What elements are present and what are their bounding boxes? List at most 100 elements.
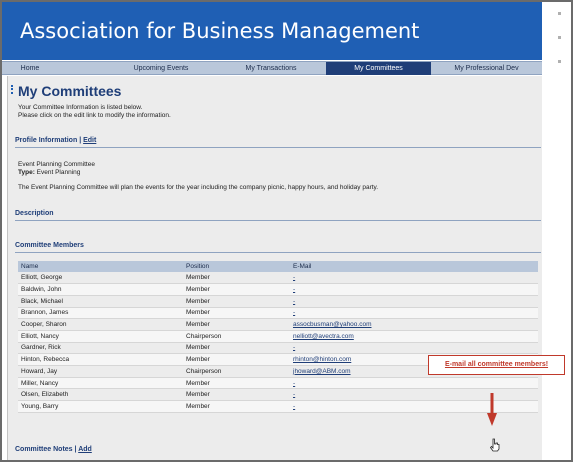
table-row: Olsen, Elizabeth Member - bbox=[18, 388, 538, 402]
table-row: Black, Michael Member - bbox=[18, 295, 538, 308]
margin-tick bbox=[558, 12, 561, 15]
member-email-link[interactable]: - bbox=[293, 286, 295, 293]
nav-my-professional-dev[interactable]: My Professional Dev bbox=[431, 62, 542, 75]
member-name: Howard, Jay bbox=[18, 365, 183, 378]
nav-my-transactions[interactable]: My Transactions bbox=[216, 62, 326, 75]
member-position: Chairperson bbox=[183, 330, 290, 343]
member-email-cell: - bbox=[290, 307, 538, 320]
member-email-link[interactable]: - bbox=[293, 391, 295, 398]
member-name: Young, Barry bbox=[18, 400, 183, 413]
notes-add-link[interactable]: Add bbox=[78, 446, 92, 453]
margin-tick bbox=[558, 60, 561, 63]
member-name: Baldwin, John bbox=[18, 283, 183, 296]
site-header: Association for Business Management bbox=[2, 2, 542, 60]
member-email-cell: assocbusman@yahoo.com bbox=[290, 318, 538, 331]
member-name: Elliott, George bbox=[18, 272, 183, 285]
page-title: My Committees bbox=[18, 83, 122, 99]
member-email-link[interactable]: - bbox=[293, 380, 295, 387]
member-email-link[interactable]: - bbox=[293, 403, 295, 410]
red-arrow-down-icon bbox=[487, 393, 497, 426]
member-position: Member bbox=[183, 272, 290, 285]
member-name: Miller, Nancy bbox=[18, 377, 183, 390]
committee-type: Type: Event Planning bbox=[18, 169, 378, 177]
member-position: Chairperson bbox=[183, 365, 290, 378]
member-name: Cooper, Sharon bbox=[18, 318, 183, 331]
member-name: Gardner, Rick bbox=[18, 342, 183, 355]
table-row: Elliott, George Member - bbox=[18, 272, 538, 285]
member-name: Brannon, James bbox=[18, 307, 183, 320]
member-email-cell: - bbox=[290, 342, 538, 355]
site-title: Association for Business Management bbox=[20, 19, 420, 43]
main-nav: Home Upcoming Events My Transactions My … bbox=[2, 61, 542, 75]
table-row: Baldwin, John Member - bbox=[18, 283, 538, 296]
member-position: Member bbox=[183, 342, 290, 355]
member-position: Member bbox=[183, 318, 290, 331]
type-value: Event Planning bbox=[36, 169, 81, 176]
members-section-heading: Committee Members bbox=[15, 242, 541, 253]
profile-edit-link[interactable]: Edit bbox=[83, 137, 96, 144]
table-row: Brannon, James Member - bbox=[18, 307, 538, 320]
notes-heading-label: Committee Notes bbox=[15, 446, 73, 453]
member-email-link[interactable]: - bbox=[293, 274, 295, 281]
committee-summary: The Event Planning Committee will plan t… bbox=[18, 184, 379, 191]
member-email-link[interactable]: - bbox=[293, 344, 295, 351]
intro-line-1: Your Committee Information is listed bel… bbox=[18, 104, 143, 111]
heading-separator: | bbox=[74, 446, 77, 453]
member-email-cell: nelliott@avectra.com bbox=[290, 330, 538, 343]
member-name: Black, Michael bbox=[18, 295, 183, 308]
member-email-cell: - bbox=[290, 272, 538, 285]
margin-tick bbox=[558, 36, 561, 39]
member-position: Member bbox=[183, 388, 290, 402]
description-section-heading: Description bbox=[15, 210, 541, 221]
member-position: Member bbox=[183, 307, 290, 320]
notes-section-heading: Committee Notes | Add bbox=[15, 446, 541, 453]
profile-section-heading: Profile Information | Edit bbox=[15, 137, 541, 148]
table-row: Elliott, Nancy Chairperson nelliott@avectr… bbox=[18, 330, 538, 343]
members-table: Name Position E-Mail Elliott, George Memb… bbox=[18, 261, 538, 413]
committee-name: Event Planning Committee bbox=[18, 161, 95, 168]
nav-home[interactable]: Home bbox=[2, 62, 58, 75]
profile-body: Event Planning Committee Type: Event Pla… bbox=[18, 161, 378, 192]
member-position: Member bbox=[183, 295, 290, 308]
member-email-link[interactable]: nelliott@avectra.com bbox=[293, 333, 354, 340]
table-row: Miller, Nancy Member - bbox=[18, 377, 538, 390]
description-heading-label: Description bbox=[15, 210, 54, 217]
table-row: Cooper, Sharon Member assocbusman@yahoo.co… bbox=[18, 318, 538, 331]
member-position: Member bbox=[183, 400, 290, 413]
member-name: Elliott, Nancy bbox=[18, 330, 183, 343]
title-marker bbox=[11, 85, 14, 94]
member-email-cell: - bbox=[290, 295, 538, 308]
type-label: Type: bbox=[18, 169, 35, 176]
member-email-cell: - bbox=[290, 388, 538, 402]
email-all-members-button[interactable]: E-mail all committee members! bbox=[428, 355, 565, 375]
member-name: Hinton, Rebecca bbox=[18, 353, 183, 366]
nav-upcoming-events[interactable]: Upcoming Events bbox=[106, 62, 216, 75]
member-email-cell: - bbox=[290, 377, 538, 390]
member-name: Olsen, Elizabeth bbox=[18, 388, 183, 402]
column-header-position[interactable]: Position bbox=[183, 261, 290, 272]
table-row: Gardner, Rick Member - bbox=[18, 342, 538, 355]
member-email-link[interactable]: - bbox=[293, 298, 295, 305]
intro-text: Your Committee Information is listed bel… bbox=[18, 104, 171, 120]
nav-my-committees[interactable]: My Committees bbox=[326, 62, 431, 75]
members-table-body: Elliott, George Member - Baldwin, John Membe… bbox=[18, 272, 538, 413]
members-header-row: Name Position E-Mail bbox=[18, 261, 538, 272]
member-email-cell: - bbox=[290, 283, 538, 296]
member-position: Member bbox=[183, 377, 290, 390]
profile-heading-label: Profile Information bbox=[15, 137, 78, 144]
members-heading-label: Committee Members bbox=[15, 242, 84, 249]
table-row: Young, Barry Member - bbox=[18, 400, 538, 413]
main-content: My Committees Your Committee Information… bbox=[7, 76, 542, 460]
member-email-link[interactable]: assocbusman@yahoo.com bbox=[293, 321, 372, 328]
column-header-name[interactable]: Name bbox=[18, 261, 183, 272]
member-email-link[interactable]: rhinton@hinton.com bbox=[293, 356, 351, 363]
column-header-email[interactable]: E-Mail bbox=[290, 261, 538, 272]
page-scroll-margin bbox=[543, 2, 571, 458]
member-email-cell: - bbox=[290, 400, 538, 413]
heading-separator: | bbox=[79, 137, 82, 144]
hand-pointer-icon bbox=[489, 438, 500, 452]
member-position: Member bbox=[183, 283, 290, 296]
member-position: Member bbox=[183, 353, 290, 366]
member-email-link[interactable]: jhoward@ABM.com bbox=[293, 368, 351, 375]
member-email-link[interactable]: - bbox=[293, 309, 295, 316]
